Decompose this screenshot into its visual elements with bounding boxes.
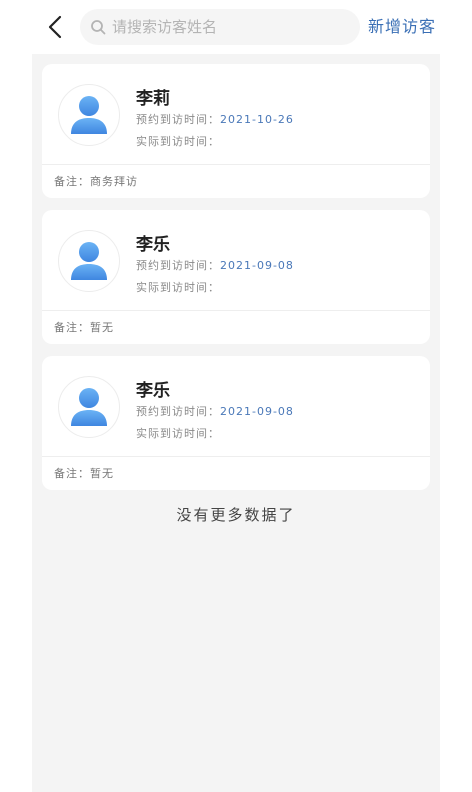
actual-label: 实际到访时间： — [136, 135, 220, 148]
avatar — [58, 84, 120, 146]
actual-time-row: 实际到访时间： — [136, 133, 220, 149]
search-bar[interactable] — [80, 9, 360, 45]
scheduled-label: 预约到访时间： — [136, 259, 220, 272]
scheduled-label: 预约到访时间： — [136, 113, 220, 126]
scheduled-time-row: 预约到访时间：2021-10-26 — [136, 111, 294, 127]
remark-row: 备注：暂无 — [54, 319, 114, 335]
search-input[interactable] — [112, 18, 352, 36]
search-icon — [88, 17, 108, 37]
no-more-data-text: 没有更多数据了 — [176, 506, 296, 524]
scheduled-date: 2021-09-08 — [220, 259, 294, 272]
remark-row: 备注：暂无 — [54, 465, 114, 481]
remark-text: 暂无 — [90, 321, 114, 334]
scheduled-label: 预约到访时间： — [136, 405, 220, 418]
scheduled-time-row: 预约到访时间：2021-09-08 — [136, 403, 294, 419]
visitor-card[interactable]: 李乐 预约到访时间：2021-09-08 实际到访时间： 备注：暂无 — [42, 210, 430, 344]
remark-row: 备注：商务拜访 — [54, 173, 138, 189]
scheduled-date: 2021-10-26 — [220, 113, 294, 126]
actual-label: 实际到访时间： — [136, 281, 220, 294]
remark-text: 商务拜访 — [90, 175, 138, 188]
remark-label: 备注： — [54, 467, 90, 480]
actual-label: 实际到访时间： — [136, 427, 220, 440]
user-avatar-icon — [71, 242, 107, 280]
divider — [42, 164, 430, 165]
actual-time-row: 实际到访时间： — [136, 279, 220, 295]
avatar — [58, 376, 120, 438]
divider — [42, 310, 430, 311]
user-avatar-icon — [71, 96, 107, 134]
remark-label: 备注： — [54, 321, 90, 334]
scheduled-time-row: 预约到访时间：2021-09-08 — [136, 257, 294, 273]
visitor-name: 李莉 — [136, 89, 170, 109]
user-avatar-icon — [71, 388, 107, 426]
add-visitor-button[interactable]: 新增访客 — [368, 15, 436, 39]
avatar — [58, 230, 120, 292]
actual-time-row: 实际到访时间： — [136, 425, 220, 441]
back-button[interactable] — [40, 12, 70, 42]
visitor-name: 李乐 — [136, 381, 170, 401]
visitor-name: 李乐 — [136, 235, 170, 255]
visitor-card[interactable]: 李莉 预约到访时间：2021-10-26 实际到访时间： 备注：商务拜访 — [42, 64, 430, 198]
divider — [42, 456, 430, 457]
visitor-card[interactable]: 李乐 预约到访时间：2021-09-08 实际到访时间： 备注：暂无 — [42, 356, 430, 490]
scheduled-date: 2021-09-08 — [220, 405, 294, 418]
remark-label: 备注： — [54, 175, 90, 188]
top-bar: 新增访客 — [0, 0, 472, 54]
chevron-left-icon — [48, 15, 62, 39]
remark-text: 暂无 — [90, 467, 114, 480]
visitor-list: 李莉 预约到访时间：2021-10-26 实际到访时间： 备注：商务拜访 李乐 — [32, 54, 440, 792]
